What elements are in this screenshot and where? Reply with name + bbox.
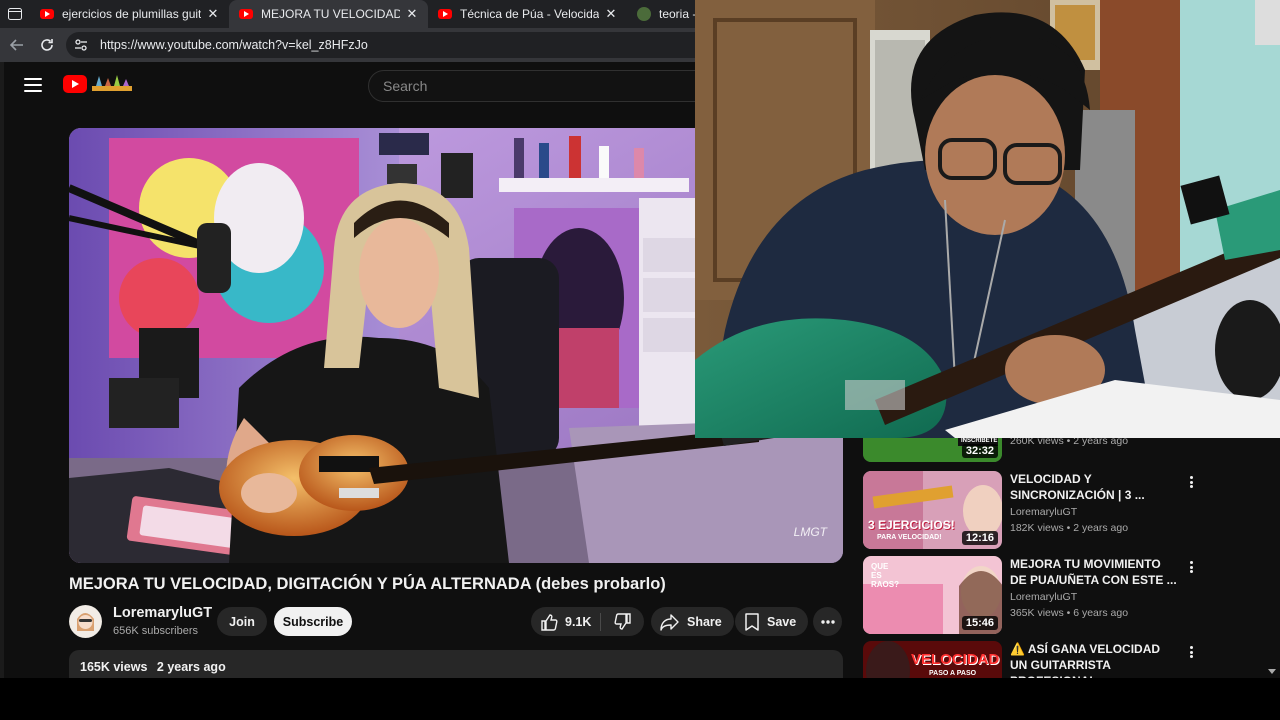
list-item[interactable]: QUE ES RAOS? 15:46 MEJORA TU MOVIMIENTO … (863, 556, 1273, 634)
duration-badge: 15:46 (961, 616, 998, 630)
video-title: MEJORA TU VELOCIDAD, DIGITACIÓN Y PÚA AL… (69, 575, 666, 593)
tab-search-icon[interactable] (0, 0, 30, 28)
duration-badge: 32:32 (961, 444, 998, 458)
doodle-logo-icon[interactable] (90, 72, 134, 94)
search-input[interactable]: Search (368, 70, 708, 102)
thumbs-up-icon (541, 613, 558, 631)
thumbs-down-icon (613, 612, 631, 630)
thumbnail-text: QUE ES RAOS? (871, 562, 899, 589)
kebab-menu-icon[interactable] (1185, 558, 1197, 576)
close-icon[interactable]: ✕ (404, 6, 420, 22)
video-title[interactable]: MEJORA TU MOVIMIENTO DE PUA/UÑETA CON ES… (1010, 556, 1180, 588)
video-title[interactable]: ⚠️ ASÍ GANA VELOCIDAD UN GUITARRISTA PRO… (1010, 641, 1180, 678)
thumbnail-subtext: PASO A PASO (929, 670, 977, 677)
upload-age: 2 years ago (156, 660, 226, 674)
video-watermark: LMGT (793, 525, 827, 539)
channel-name[interactable]: LoremaryluGT (1010, 591, 1077, 603)
kebab-menu-icon[interactable] (1185, 473, 1197, 491)
tab-title: Técnica de Púa - Velocidad - Prec (460, 7, 599, 21)
save-label: Save (767, 614, 797, 629)
video-meta: 182K views • 2 years ago (1010, 522, 1129, 534)
menu-icon[interactable] (24, 78, 42, 92)
tab-2-active[interactable]: MEJORA TU VELOCIDAD, DIGITAC ✕ (229, 0, 428, 28)
youtube-logo-icon[interactable] (63, 75, 87, 93)
kebab-menu-icon[interactable] (1185, 643, 1197, 661)
reload-icon[interactable] (32, 30, 62, 60)
share-icon (660, 613, 679, 631)
duration-badge: 12:16 (961, 531, 998, 545)
share-button[interactable]: Share (651, 607, 734, 636)
video-meta: 365K views • 6 years ago (1010, 607, 1129, 619)
video-thumbnail[interactable]: VELOCIDAD PASO A PASO (863, 641, 1002, 678)
video-thumbnail[interactable]: QUE ES RAOS? 15:46 (863, 556, 1002, 634)
webcam-overlay (695, 0, 1280, 438)
globe-icon (637, 7, 651, 21)
join-button[interactable]: Join (217, 607, 267, 636)
window-edge (0, 62, 4, 678)
youtube-header: Search (4, 62, 708, 108)
site-settings-icon[interactable] (74, 39, 92, 51)
view-count: 165K views (80, 660, 148, 674)
thumbnail-subtext: PARA VELOCIDAD! (877, 534, 942, 541)
like-count: 9.1K (565, 614, 592, 629)
youtube-icon (40, 9, 54, 19)
thumbnail-text: 3 EJERCICIOS! (868, 518, 955, 532)
list-item[interactable]: 3 EJERCICIOS! PARA VELOCIDAD! 12:16 VELO… (863, 471, 1273, 549)
video-title[interactable]: VELOCIDAD Y SINCRONIZACIÓN | 3 ... (1010, 471, 1180, 503)
channel-name[interactable]: LoremaryluGT (113, 605, 212, 621)
share-label: Share (687, 614, 722, 629)
more-actions-icon[interactable] (813, 607, 842, 636)
youtube-icon (239, 9, 253, 19)
list-item[interactable]: VELOCIDAD PASO A PASO ⚠️ ASÍ GANA VELOCI… (863, 641, 1273, 678)
bookmark-icon (745, 612, 759, 631)
recommendations-list: INSCRIBETE 32:32 260K views • 2 years ag… (863, 438, 1280, 678)
video-meta: 260K views • 2 years ago (1010, 438, 1129, 447)
tab-title: ejercicios de plumillas guitarra - Y (62, 7, 201, 21)
like-dislike-group: 9.1K (531, 607, 644, 636)
tab-1[interactable]: ejercicios de plumillas guitarra - Y ✕ (30, 0, 229, 28)
taskbar-area (0, 678, 1280, 720)
list-item[interactable]: INSCRIBETE 32:32 260K views • 2 years ag… (863, 438, 1273, 462)
screen: ejercicios de plumillas guitarra - Y ✕ M… (0, 0, 1280, 720)
tab-3[interactable]: Técnica de Púa - Velocidad - Prec ✕ (428, 0, 627, 28)
close-icon[interactable]: ✕ (603, 6, 619, 22)
subscribe-button[interactable]: Subscribe (274, 607, 352, 636)
url-text: https://www.youtube.com/watch?v=kel_z8HF… (100, 38, 368, 52)
video-thumbnail[interactable]: INSCRIBETE 32:32 (863, 438, 1002, 462)
like-button[interactable]: 9.1K (531, 607, 600, 636)
scroll-down-arrow-icon[interactable] (1268, 669, 1276, 674)
webcam-frame (695, 0, 1280, 438)
subscriber-count: 656K subscribers (113, 625, 198, 637)
thumbnail-text: VELOCIDAD (911, 651, 1000, 668)
close-icon[interactable]: ✕ (205, 6, 221, 22)
video-thumbnail[interactable]: 3 EJERCICIOS! PARA VELOCIDAD! 12:16 (863, 471, 1002, 549)
dislike-button[interactable] (601, 607, 644, 636)
save-button[interactable]: Save (735, 607, 809, 636)
tab-title: MEJORA TU VELOCIDAD, DIGITAC (261, 7, 400, 21)
channel-name[interactable]: LoremaryluGT (1010, 506, 1077, 518)
channel-avatar[interactable] (69, 605, 102, 638)
back-arrow-icon[interactable] (2, 30, 32, 60)
youtube-icon (438, 9, 452, 19)
